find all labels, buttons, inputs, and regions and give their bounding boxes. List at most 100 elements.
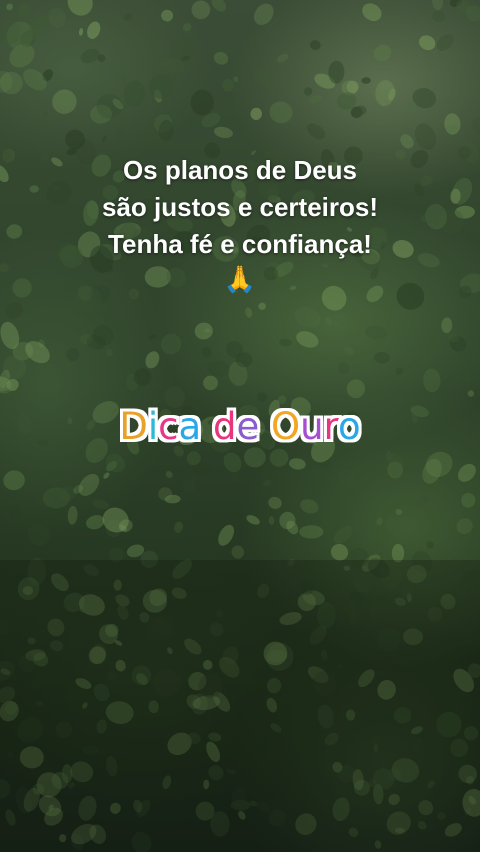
leaf-blob: [343, 346, 355, 356]
leaf-blob: [269, 101, 293, 124]
leaf-blob: [27, 524, 50, 546]
leaf-blob: [432, 0, 444, 11]
leaf-blob: [42, 110, 49, 117]
leaf-blob: [361, 77, 371, 84]
leaf-blob: [432, 10, 445, 23]
leaf-blob: [258, 302, 266, 311]
leaf-blob: [426, 541, 434, 549]
leaf-blob: [472, 116, 480, 135]
leaf-blob: [325, 317, 333, 326]
quote-text: Os planos de Deus são justos e certeiros…: [0, 152, 480, 297]
leaf-blob: [218, 524, 234, 546]
leaf-blob: [222, 78, 235, 92]
leaf-blob: [186, 451, 201, 466]
leaf-blob: [6, 3, 14, 11]
leaf-blob: [112, 37, 120, 47]
leaf-blob: [436, 34, 454, 51]
leaf-blob: [346, 379, 366, 399]
leaf-blob: [337, 362, 350, 374]
leaf-blob: [232, 473, 239, 483]
leaf-blob: [191, 0, 211, 20]
leaf-blob: [373, 44, 392, 62]
leaf-blob: [277, 53, 289, 63]
leaf-blob: [123, 13, 133, 21]
leaf-blob: [86, 515, 105, 530]
leaf-blob: [190, 89, 214, 116]
leaf-blob: [67, 0, 93, 16]
leaf-blob: [330, 543, 349, 561]
praying-hands-icon: 🙏: [223, 265, 257, 295]
leaf-blob: [66, 348, 80, 362]
leaf-blob: [461, 370, 472, 383]
title-letter: D: [119, 405, 148, 448]
leaf-blob: [145, 351, 160, 369]
leaf-blob: [263, 479, 272, 487]
leaf-blob: [253, 3, 274, 26]
title-letter: r: [323, 405, 338, 448]
leaf-blob: [444, 113, 461, 135]
leaf-blob: [268, 496, 282, 509]
leaf-blob: [303, 87, 313, 96]
leaf-blob: [5, 302, 23, 319]
leaf-blob: [165, 470, 173, 479]
leaf-blob: [148, 74, 174, 99]
leaf-blob: [415, 496, 429, 509]
leaf-blob: [223, 452, 242, 473]
leaf-blob: [414, 123, 437, 150]
leaf-blob: [337, 469, 357, 488]
leaf-blob: [296, 331, 319, 348]
title-letter: u: [300, 405, 324, 448]
leaf-blob: [457, 463, 476, 482]
leaf-blob: [194, 322, 213, 340]
leaf-blob: [233, 76, 239, 83]
leaf-blob: [87, 21, 101, 39]
leaf-blob: [294, 306, 321, 328]
leaf-blob: [201, 346, 212, 358]
leaf-blob: [36, 137, 47, 148]
leaf-blob: [48, 7, 66, 28]
title-letter: a: [178, 405, 202, 448]
leaf-blob: [67, 505, 78, 525]
leaf-blob: [441, 317, 453, 334]
quote-line-2: são justos e certeiros!: [102, 192, 378, 222]
leaf-blob: [211, 0, 226, 12]
leaf-blob: [78, 473, 100, 496]
leaf-blob: [246, 515, 260, 525]
leaf-blob: [305, 551, 315, 560]
leaf-blob: [206, 360, 230, 377]
leaf-blob: [456, 518, 473, 535]
leaf-blob: [92, 499, 110, 510]
leaf-blob: [78, 28, 84, 36]
leaf-blob: [25, 341, 50, 364]
leaf-blob: [182, 477, 196, 493]
title-letter: e: [236, 405, 260, 448]
title-letter: c: [158, 405, 179, 448]
leaf-blob: [307, 123, 326, 140]
leaf-blob: [395, 508, 403, 515]
leaf-blob: [103, 472, 110, 479]
leaf-blob: [52, 89, 77, 114]
leaf-blob: [116, 127, 125, 140]
leaf-blob: [213, 126, 233, 139]
leaf-blob: [17, 3, 31, 19]
leaf-blob: [174, 521, 183, 533]
video-frame: Os planos de Deus são justos e certeiros…: [0, 0, 480, 852]
leaf-blob: [333, 525, 353, 544]
leaf-blob: [419, 35, 436, 51]
leaf-blob: [374, 351, 390, 364]
leaf-blob: [423, 368, 441, 393]
leaf-blob: [288, 458, 306, 470]
title-letter: d: [212, 405, 237, 448]
leaf-blob: [161, 9, 174, 22]
leaf-blob: [250, 107, 262, 121]
leaf-blob: [364, 325, 388, 340]
shadow-overlay: [0, 560, 480, 852]
title-letter: o: [337, 405, 361, 448]
leaf-blob: [8, 503, 20, 520]
leaf-blob: [203, 375, 218, 391]
leaf-blob: [300, 499, 319, 514]
leaf-blob: [213, 51, 229, 65]
quote-line-1: Os planos de Deus: [122, 155, 358, 185]
leaf-blob: [80, 48, 100, 64]
leaf-blob: [3, 470, 25, 491]
